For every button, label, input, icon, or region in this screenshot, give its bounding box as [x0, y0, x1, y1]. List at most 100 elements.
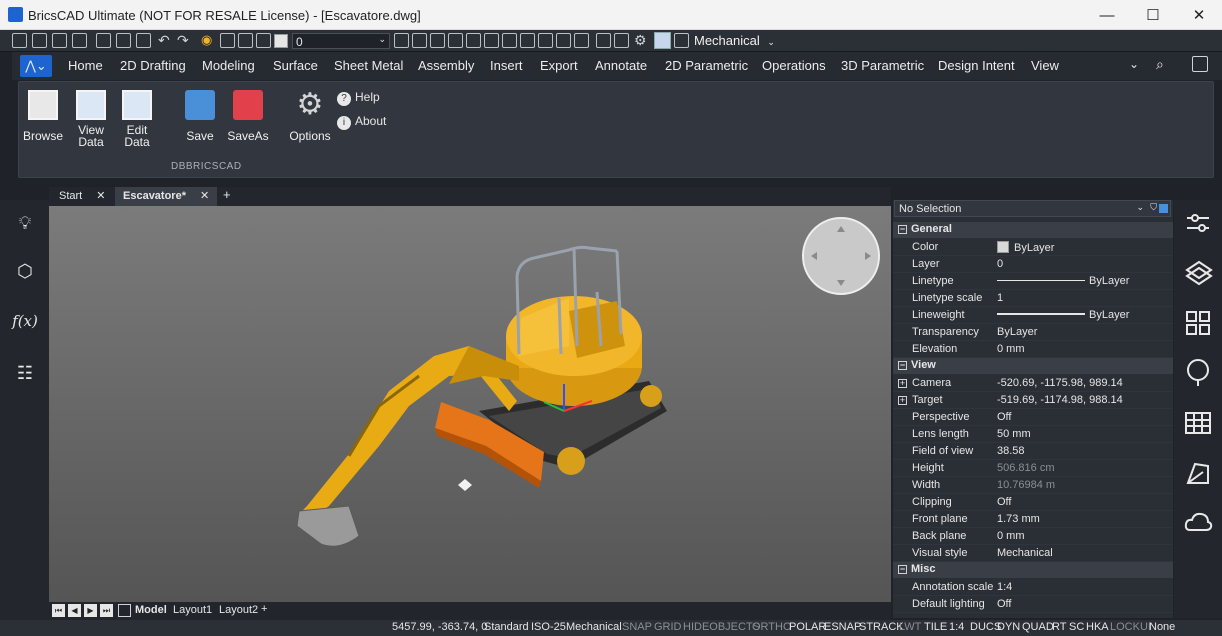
property-row[interactable]: Elevation 0 mm [893, 341, 1173, 358]
match-properties-icon[interactable] [394, 33, 409, 48]
view-cube-icon[interactable] [538, 33, 553, 48]
select-icon[interactable] [430, 33, 445, 48]
plot-icon[interactable] [136, 33, 151, 48]
application-menu-button[interactable]: ⋀⌄ [20, 55, 52, 77]
property-value[interactable]: 50 mm [997, 428, 1031, 440]
open-icon[interactable] [32, 33, 47, 48]
expand-icon[interactable]: + [898, 379, 907, 388]
property-row[interactable]: Linetype scale 1 [893, 290, 1173, 307]
property-value[interactable]: 38.58 [997, 445, 1025, 457]
navigation-wheel[interactable] [802, 217, 880, 295]
snap-icon[interactable] [412, 33, 427, 48]
search-icon[interactable]: ⌕ [1156, 56, 1164, 73]
property-value[interactable]: Off [997, 496, 1011, 508]
layers-icon[interactable] [1183, 258, 1213, 288]
tab-design-intent[interactable]: Design Intent [938, 58, 1015, 73]
status-toggle-hideobjects[interactable]: HIDEOBJECTS [683, 621, 760, 633]
property-value[interactable]: Off [997, 598, 1011, 610]
tab-insert[interactable]: Insert [490, 58, 523, 73]
ribbon-settings-icon[interactable] [1192, 56, 1208, 72]
property-row[interactable]: Transparency ByLayer [893, 324, 1173, 341]
property-row[interactable]: Linetype ByLayer [893, 273, 1173, 290]
section-view[interactable]: − View [893, 358, 1173, 374]
status-toggle-lwt[interactable]: LWT [899, 621, 921, 633]
render-icon[interactable] [1183, 458, 1213, 488]
workspace-icon[interactable] [674, 33, 689, 48]
status-toggle-grid[interactable]: GRID [654, 621, 682, 633]
saveas-button[interactable]: SaveAs [225, 90, 271, 142]
property-value[interactable]: ByLayer [997, 275, 1129, 287]
status-toggle-sc[interactable]: SC [1069, 621, 1084, 633]
selection-dropdown[interactable]: No Selection ⌄ ⛉ [894, 200, 1171, 217]
property-value[interactable]: 0 mm [997, 343, 1025, 355]
lightbulb-icon[interactable]: ◉ [201, 32, 212, 48]
property-row[interactable]: Height 506.816 cm [893, 460, 1173, 477]
filter-icon[interactable] [466, 33, 481, 48]
first-layout-icon[interactable]: ⏮ [52, 604, 65, 617]
property-value[interactable]: 1 [997, 292, 1003, 304]
status-toggle-quad[interactable]: QUAD [1022, 621, 1054, 633]
property-value[interactable]: 0 mm [997, 530, 1025, 542]
property-value[interactable]: -520.69, -1175.98, 989.14 [997, 377, 1123, 389]
redo-icon[interactable]: ↷ [177, 32, 189, 49]
cube-icon[interactable]: ⬡ [12, 258, 38, 284]
status-toggle-standard[interactable]: Standard [484, 621, 529, 633]
tab-layout1[interactable]: Layout1 [173, 604, 212, 616]
save-button[interactable]: Save [181, 90, 219, 142]
property-value[interactable]: 506.816 cm [997, 462, 1054, 474]
status-toggle-lockui[interactable]: LOCKUI [1110, 621, 1151, 633]
status-toggle-1-4[interactable]: 1:4 [949, 621, 964, 633]
model-viewport[interactable] [49, 206, 891, 602]
tab-layout2[interactable]: Layout2 [219, 604, 258, 616]
tab-sheet-metal[interactable]: Sheet Metal [334, 58, 403, 73]
layer-icon[interactable] [238, 33, 253, 48]
close-icon[interactable]: ✕ [96, 190, 105, 202]
property-value[interactable]: 1:4 [997, 581, 1012, 593]
dot-grid-icon[interactable] [484, 33, 499, 48]
section-misc[interactable]: − Misc [893, 562, 1173, 578]
property-row[interactable]: Field of view 38.58 [893, 443, 1173, 460]
cloud-icon[interactable] [1183, 508, 1213, 538]
options-button[interactable]: ⚙ Options [285, 90, 335, 143]
sun-icon[interactable] [220, 33, 235, 48]
status-toggle-strack[interactable]: STRACK [859, 621, 904, 633]
tab-home[interactable]: Home [68, 58, 103, 73]
tab-start[interactable]: Start ✕ [59, 189, 105, 202]
tab-annotate[interactable]: Annotate [595, 58, 647, 73]
tab-model[interactable]: Model [135, 604, 167, 616]
color-swatch[interactable] [274, 34, 288, 48]
status-toggle-rt[interactable]: RT [1052, 621, 1066, 633]
tab-view[interactable]: View [1031, 58, 1059, 73]
visual-style-swatch[interactable] [654, 32, 671, 49]
property-value[interactable]: ByLayer [997, 309, 1129, 321]
panels-icon[interactable] [1183, 308, 1213, 338]
property-row[interactable]: Front plane 1.73 mm [893, 511, 1173, 528]
property-row[interactable]: + Camera -520.69, -1175.98, 989.14 [893, 375, 1173, 392]
tab-assembly[interactable]: Assembly [418, 58, 474, 73]
tab-2d-parametric[interactable]: 2D Parametric [665, 58, 748, 73]
browse-button[interactable]: Browse [23, 90, 63, 142]
property-row[interactable]: + Target -519.69, -1174.98, 988.14 [893, 392, 1173, 409]
property-value[interactable]: 1.73 mm [997, 513, 1040, 525]
tab-escavatore[interactable]: Escavatore* ✕ [115, 187, 218, 206]
table-icon[interactable] [596, 33, 611, 48]
property-value[interactable]: 10.76984 m [997, 479, 1055, 491]
property-row[interactable]: Perspective Off [893, 409, 1173, 426]
property-row[interactable]: Annotation scale 1:4 [893, 579, 1173, 596]
layout-list-icon[interactable] [118, 604, 131, 617]
status-toggle-iso-25[interactable]: ISO-25 [531, 621, 566, 633]
property-row[interactable]: Color ByLayer [893, 239, 1173, 256]
minimize-button[interactable]: — [1084, 0, 1130, 30]
excavator-model[interactable] [296, 245, 667, 547]
property-row[interactable]: Clipping Off [893, 494, 1173, 511]
print-icon[interactable] [116, 33, 131, 48]
property-value[interactable]: Off [997, 411, 1011, 423]
property-row[interactable]: Lineweight ByLayer [893, 307, 1173, 324]
collapse-icon[interactable]: − [898, 225, 907, 234]
property-value[interactable]: 0 [997, 258, 1003, 270]
save-as-icon[interactable] [72, 33, 87, 48]
printer-icon[interactable] [256, 33, 271, 48]
balloon-icon[interactable] [1183, 358, 1213, 388]
new-icon[interactable] [12, 33, 27, 48]
pen-icon[interactable] [614, 33, 629, 48]
